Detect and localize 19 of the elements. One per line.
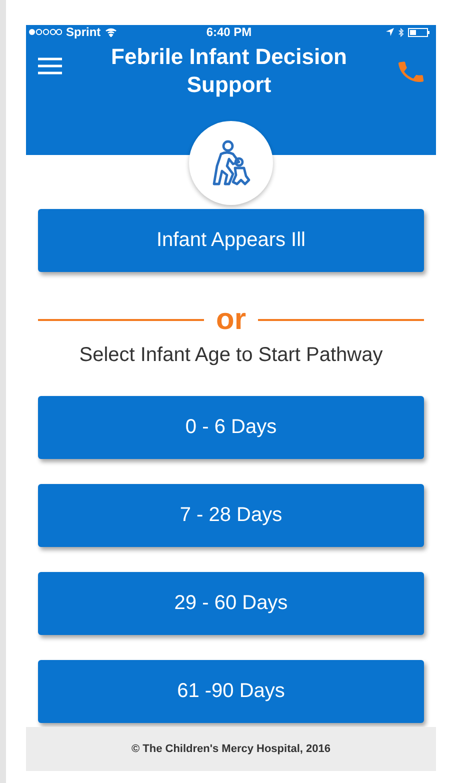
- battery-icon: [408, 28, 430, 36]
- instruction-text: Select Infant Age to Start Pathway: [79, 343, 383, 368]
- adult-child-icon: [211, 140, 251, 186]
- menu-button[interactable]: [38, 57, 62, 75]
- infant-appears-ill-button[interactable]: Infant Appears Ill: [38, 209, 424, 272]
- age-range-button[interactable]: 29 - 60 Days: [38, 572, 424, 635]
- age-range-button[interactable]: 61 -90 Days: [38, 660, 424, 723]
- carrier-name: Sprint: [66, 25, 101, 39]
- wifi-icon: [104, 28, 117, 36]
- location-icon: [386, 28, 394, 36]
- bluetooth-icon: [398, 28, 404, 36]
- menu-icon: [38, 57, 62, 75]
- signal-icon: [28, 28, 62, 36]
- status-time: 6:40 PM: [206, 25, 252, 39]
- app-title: Febrile Infant Decision Support: [110, 43, 348, 99]
- age-range-button[interactable]: 0 - 6 Days: [38, 396, 424, 459]
- or-divider-text: or: [216, 302, 246, 338]
- copyright-footer: © The Children's Mercy Hospital, 2016: [26, 727, 436, 771]
- age-range-button[interactable]: 7 - 28 Days: [38, 484, 424, 547]
